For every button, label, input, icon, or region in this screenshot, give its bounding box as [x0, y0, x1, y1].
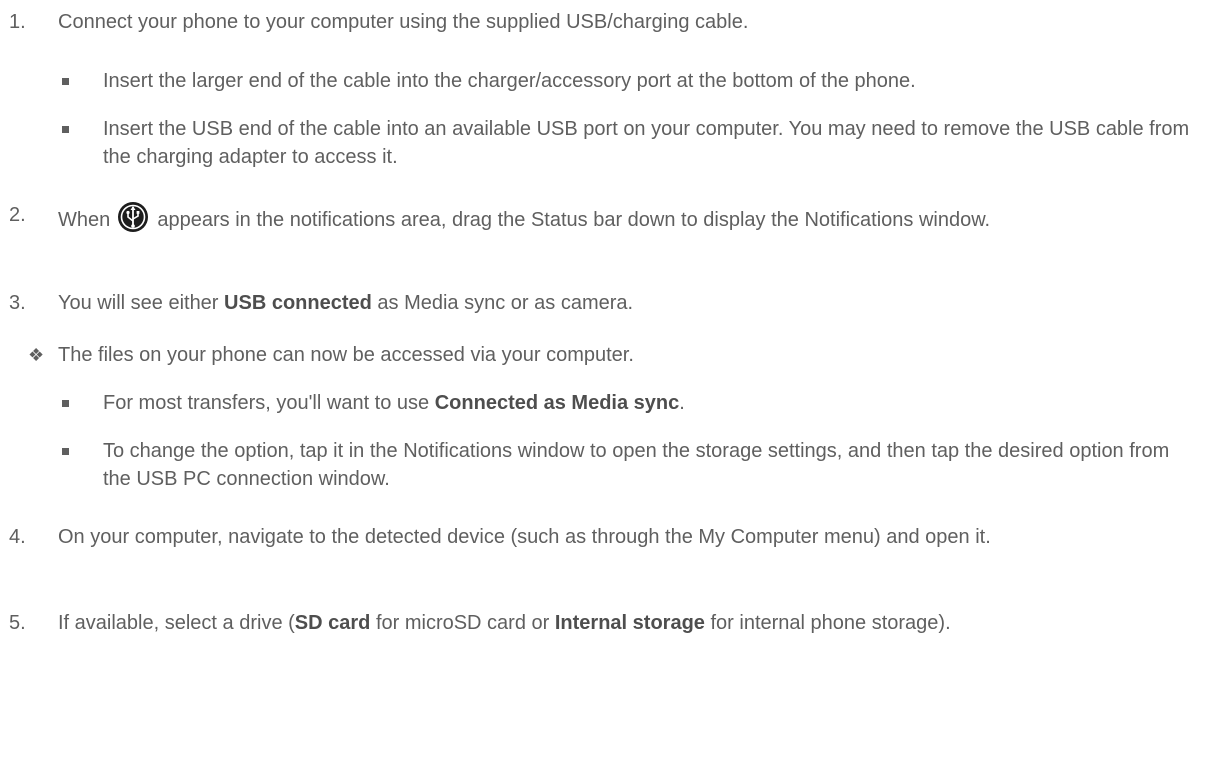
- diamond-bullet-icon: ❖: [28, 345, 45, 365]
- sd-card-label: SD card: [294, 612, 371, 634]
- usb-connected-label: USB connected: [224, 292, 372, 314]
- step-1: 1. Connect your phone to your computer u…: [0, 8, 1217, 36]
- step-text: If available, select a drive (SD card fo…: [58, 612, 951, 634]
- step-number: 4.: [9, 526, 26, 548]
- subitem-text: For most transfers, you'll want to use C…: [103, 392, 685, 414]
- step-number: 5.: [9, 612, 26, 634]
- step-3: 3. You will see either USB connected as …: [0, 289, 1217, 317]
- step-text: You will see either USB connected as Med…: [58, 289, 1197, 317]
- step-number: 3.: [9, 292, 26, 314]
- result-text: The files on your phone can now be acces…: [58, 344, 634, 366]
- subitem-text: To change the option, tap it in the Noti…: [103, 440, 1170, 490]
- square-bullet-icon: [62, 78, 69, 85]
- step-text-after-icon: appears in the notifications area, drag …: [157, 209, 991, 231]
- square-bullet-icon: [62, 126, 69, 133]
- square-bullet-icon: [62, 448, 69, 455]
- internal-storage-label: Internal storage: [554, 612, 705, 634]
- step-text-before: You will see either: [58, 292, 219, 314]
- step-1-subitem-1: Insert the larger end of the cable into …: [0, 67, 1217, 95]
- square-bullet-icon: [62, 400, 69, 407]
- step-text: Connect your phone to your computer usin…: [58, 11, 749, 33]
- usb-connection-icon: [117, 202, 148, 232]
- step-text: When appears in the notifications area, …: [58, 201, 1197, 234]
- subitem-text: Insert the USB end of the cable into an …: [103, 118, 1190, 168]
- step-3-subitem-1: For most transfers, you'll want to use C…: [0, 389, 1217, 417]
- media-sync-label: Connected as Media sync: [434, 392, 680, 414]
- step-text-after: as Media sync or as camera.: [377, 292, 634, 314]
- step-3-subitem-2: To change the option, tap it in the Noti…: [0, 437, 1217, 493]
- step-number: 2.: [9, 204, 26, 226]
- step-1-subitem-2: Insert the USB end of the cable into an …: [0, 115, 1217, 171]
- subitem-text: Insert the larger end of the cable into …: [103, 70, 916, 92]
- step-5: 5. If available, select a drive (SD card…: [0, 609, 1217, 665]
- step-text-before-icon: When: [58, 209, 111, 231]
- step-2: 2. When appears in the notifications are…: [0, 201, 1217, 257]
- step-3-result: ❖ The files on your phone can now be acc…: [0, 341, 1217, 369]
- step-4: 4. On your computer, navigate to the det…: [0, 523, 1217, 579]
- step-text: On your computer, navigate to the detect…: [58, 526, 991, 548]
- step-number: 1.: [9, 11, 26, 33]
